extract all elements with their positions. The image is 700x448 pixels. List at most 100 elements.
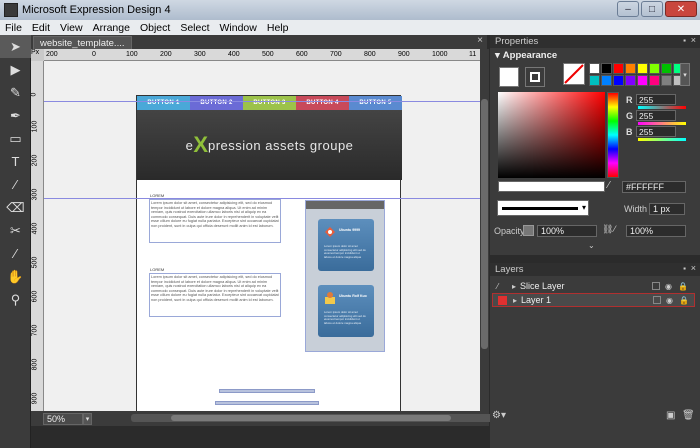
g-input[interactable]: 255 [636,110,676,121]
hand-icon[interactable]: ✋ [0,265,31,288]
r-slider[interactable] [638,106,686,109]
horizontal-guide[interactable] [44,198,480,199]
pin-icon[interactable]: ▪ [683,264,686,273]
scissors-icon[interactable]: ✂ [0,219,31,242]
nav-button-2[interactable]: BUTTON 2 [190,96,243,110]
palette-swatch[interactable] [637,63,648,74]
color-field[interactable] [498,92,605,178]
delete-layer-icon[interactable]: 🗑 [682,410,695,421]
palette-swatch[interactable] [589,75,600,86]
layer-row-slice[interactable]: ⁄ ▸ Slice Layer ◉ 🔒 [492,279,695,293]
fill-opacity-input[interactable]: 100% [626,225,686,237]
zoom-field[interactable]: 50% [43,412,83,425]
no-color-swatch[interactable] [563,63,585,85]
palette-swatch[interactable] [625,75,636,86]
text-block-2[interactable]: Lorem ipsum dolor sit amet, consectetur … [149,273,281,317]
sidebar-card-2[interactable]: Ubuntu Rolf Kuo Lorem ipsum dolor sit am… [318,285,374,337]
expand-arrow-icon[interactable]: ▸ [513,296,517,305]
palette-swatch[interactable] [637,75,648,86]
vertical-scrollbar[interactable] [480,49,489,411]
stroke-dropdown-icon[interactable]: ▾ [582,203,586,212]
zoom-dropdown-icon[interactable]: ▾ [83,412,92,425]
hex-input[interactable]: #FFFFFF [622,181,686,193]
new-layer-icon[interactable]: ▣ [666,410,675,421]
menu-edit[interactable]: Edit [27,22,55,34]
b-slider[interactable] [638,138,686,141]
palette-swatch[interactable] [601,63,612,74]
artboard[interactable]: BUTTON 1 BUTTON 2 BUTTON 3 BUTTON 4 BUTT… [136,95,402,411]
pen-icon[interactable]: ✒ [0,104,31,127]
lock-icon[interactable]: 🔒 [678,282,688,291]
palette-swatch[interactable] [601,75,612,86]
expand-arrow-icon[interactable]: ▸ [512,282,516,291]
zoom-icon[interactable]: ⚲ [0,288,31,311]
horizontal-scrollbar[interactable] [131,414,501,422]
stroke-style-box[interactable]: ▾ [497,200,589,216]
g-slider[interactable] [638,122,686,125]
menu-view[interactable]: View [55,22,88,34]
menu-arrange[interactable]: Arrange [88,22,135,34]
palette-swatch[interactable] [589,63,600,74]
link-icon[interactable]: ⛓ [602,224,613,235]
appearance-section[interactable]: ▾ Appearance [490,48,700,62]
close-panel-icon[interactable]: × [691,35,696,45]
width-input[interactable]: 1 px [649,203,685,215]
pin-icon[interactable]: ▪ [683,36,686,45]
layer-row-1[interactable]: ▸ Layer 1 ◉ 🔒 [492,293,695,307]
palette-swatch[interactable] [649,75,660,86]
eraser-icon[interactable]: ⌫ [0,196,31,219]
palette-swatch[interactable] [661,63,672,74]
minimize-button[interactable]: – [617,1,639,17]
r-input[interactable]: 255 [636,94,676,105]
palette-swatch[interactable] [613,75,624,86]
expand-chevron-icon[interactable]: ⌄ [588,241,595,250]
opacity-input[interactable]: 100% [537,225,597,237]
eyedropper-icon[interactable]: ⁄ [0,242,31,265]
nav-button-3[interactable]: BUTTON 3 [243,96,296,110]
menu-file[interactable]: File [0,22,27,34]
palette-swatch[interactable] [625,63,636,74]
sidebar-card-1[interactable]: Ubuntu 9999 Lorem ipsum dolor sit amet c… [318,219,374,271]
close-panel-icon[interactable]: × [691,263,696,273]
palette-swatch[interactable] [661,75,672,86]
visibility-eye-icon[interactable]: ◉ [665,282,672,291]
ruler-unit[interactable]: Px [31,49,44,61]
nav-button-4[interactable]: BUTTON 4 [296,96,349,110]
close-button[interactable]: ✕ [665,1,697,17]
design-canvas[interactable]: BUTTON 1 BUTTON 2 BUTTON 3 BUTTON 4 BUTT… [44,61,480,411]
nav-button-5[interactable]: BUTTON 5 [349,96,402,110]
footer-copyright-bar[interactable] [215,401,319,405]
fill-swatch[interactable] [499,67,519,87]
gradient-icon[interactable]: ⁄ [0,173,31,196]
collapse-arrow-icon[interactable]: ▾ [495,50,500,61]
lock-toggle-box[interactable] [653,296,661,304]
paintbrush-icon[interactable]: ✎ [0,81,31,104]
b-input[interactable]: 255 [636,126,676,137]
maximize-button[interactable]: □ [641,1,663,17]
rectangle-icon[interactable]: ▭ [0,127,31,150]
eyedropper-picker-icon[interactable]: ⁄ [608,180,610,191]
lock-icon[interactable]: 🔒 [679,296,689,305]
horizontal-guide[interactable] [44,101,480,102]
menu-select[interactable]: Select [175,22,214,34]
footer-links-bar[interactable] [219,389,315,393]
nav-button-1[interactable]: BUTTON 1 [137,96,190,110]
menu-object[interactable]: Object [135,22,175,34]
hue-slider[interactable] [607,92,619,178]
palette-swatch[interactable] [649,63,660,74]
stroke-swatch[interactable] [525,67,545,87]
text-icon[interactable]: T [0,150,31,173]
lock-toggle-box[interactable] [652,282,660,290]
text-block-1[interactable]: Lorem ipsum dolor sit amet, consectetur … [149,199,281,243]
layer-options-icon[interactable]: ⚙▾ [492,410,506,421]
menu-help[interactable]: Help [262,22,294,34]
document-tab[interactable]: website_template.... [33,36,132,49]
close-document-icon[interactable]: × [477,35,483,46]
vertical-scroll-thumb[interactable] [481,99,488,349]
direct-selection-icon[interactable]: ▶ [0,58,31,81]
sidebar-panel[interactable]: Ubuntu 9999 Lorem ipsum dolor sit amet c… [305,200,385,352]
palette-menu-icon[interactable]: ▾ [680,63,690,86]
artboard-header[interactable]: e X pression assets groupe [137,110,402,180]
selection-icon[interactable]: ➤ [0,35,31,58]
menu-window[interactable]: Window [215,22,262,34]
